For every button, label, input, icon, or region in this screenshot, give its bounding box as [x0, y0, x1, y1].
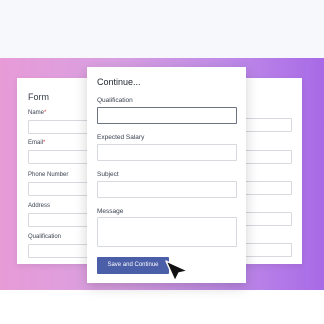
name-label-text: Name	[28, 110, 45, 116]
email-input[interactable]	[28, 150, 88, 164]
modal-title: Continue...	[97, 77, 141, 87]
message-textarea[interactable]	[97, 217, 237, 247]
phone-number-input[interactable]	[28, 182, 88, 196]
email-label: Email*	[28, 140, 45, 146]
name-label: Name*	[28, 110, 46, 116]
right-input-4[interactable]	[244, 212, 292, 226]
qualification-label: Qualification	[28, 234, 62, 240]
name-input[interactable]	[28, 120, 88, 134]
phone-number-label: Phone Number	[28, 172, 69, 178]
right-input-2[interactable]	[244, 150, 292, 164]
top-background	[0, 0, 324, 58]
address-label: Address	[28, 203, 51, 209]
expected-salary-input[interactable]	[97, 144, 237, 161]
bottom-background	[0, 290, 324, 324]
background-form-title: Form	[28, 92, 49, 102]
right-input-3[interactable]	[244, 181, 292, 195]
required-marker: *	[44, 110, 47, 116]
required-marker: *	[43, 140, 46, 146]
subject-label: Subject	[97, 171, 119, 178]
subject-input[interactable]	[97, 181, 237, 198]
save-and-continue-button[interactable]: Save and Continue	[97, 257, 169, 274]
qualification-input[interactable]	[28, 244, 88, 258]
modal-qualification-label: Qualification	[97, 97, 133, 104]
message-label: Message	[97, 208, 124, 215]
modal-qualification-input[interactable]	[97, 107, 237, 124]
right-input-5[interactable]	[244, 243, 292, 257]
right-input-1[interactable]	[244, 118, 292, 132]
expected-salary-label: Expected Salary	[97, 134, 145, 141]
pointer-arrow-icon	[165, 260, 189, 282]
email-label-text: Email	[28, 140, 44, 146]
address-input[interactable]	[28, 213, 88, 227]
